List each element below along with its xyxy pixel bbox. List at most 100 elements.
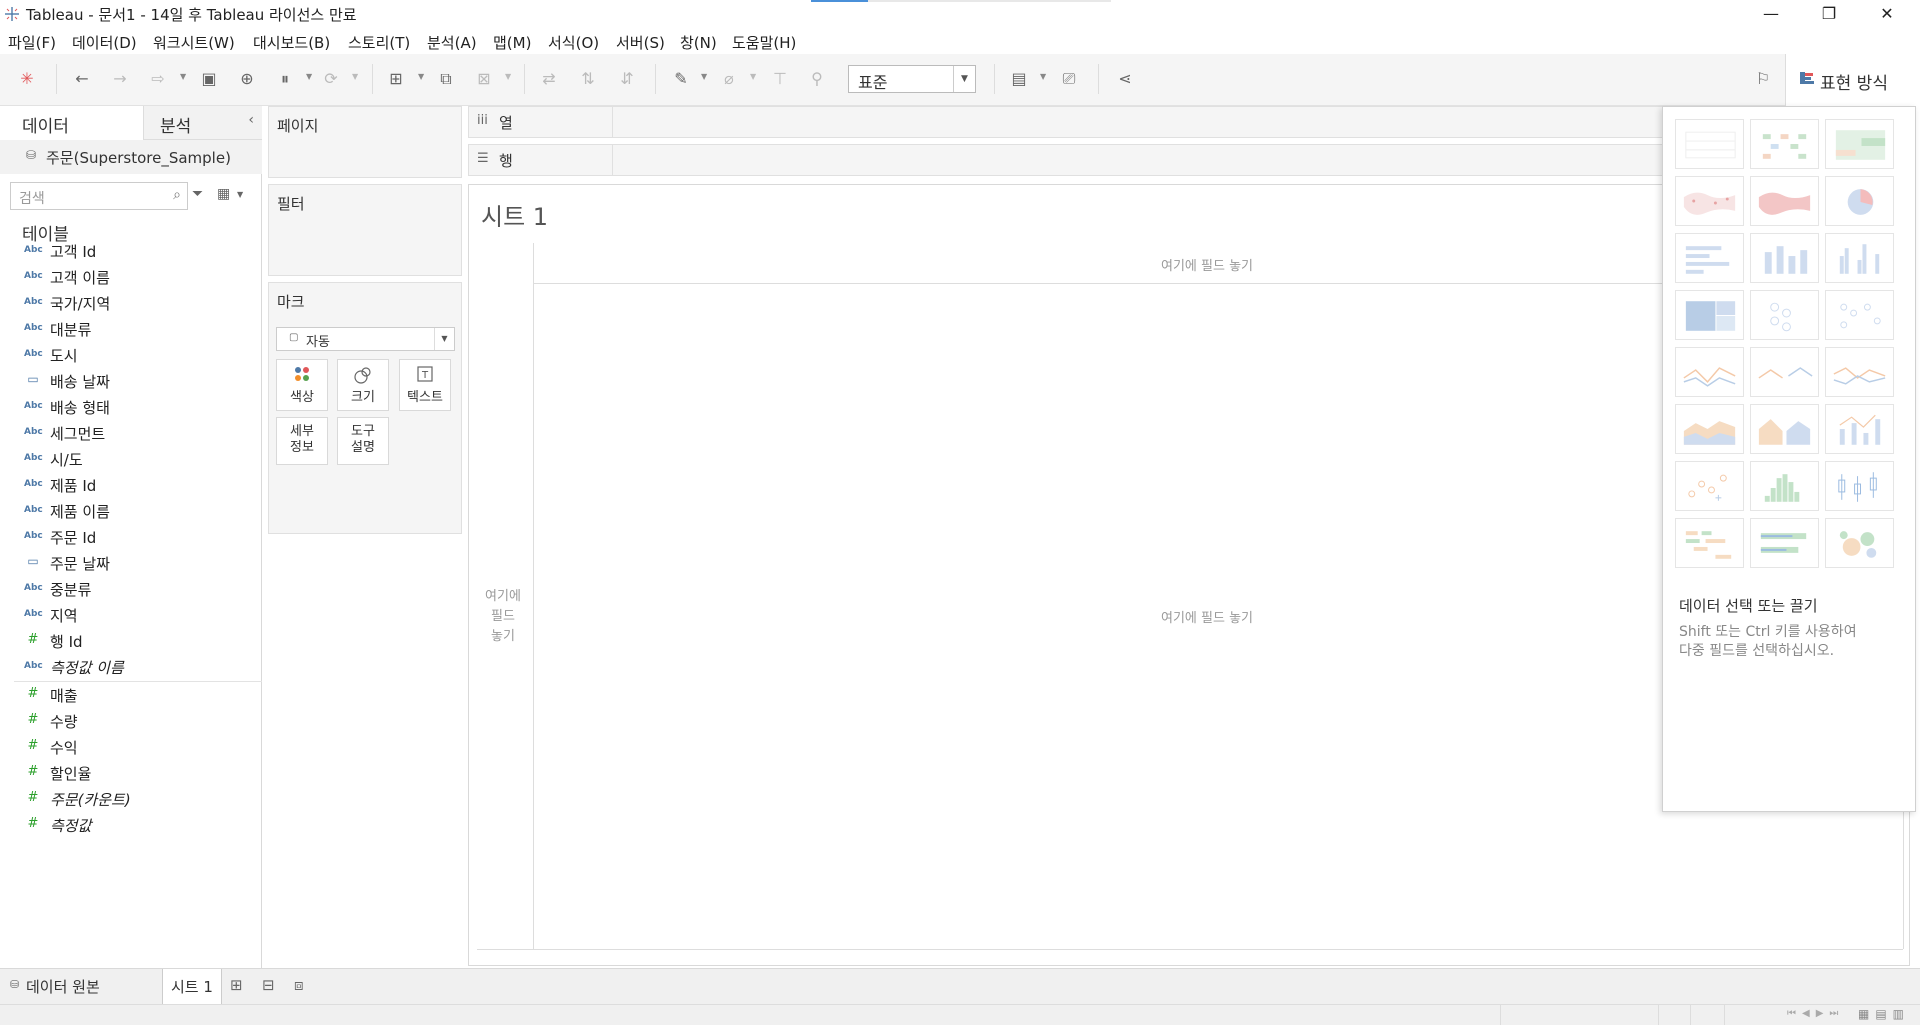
center-drop-zone[interactable]: 여기에 필드 놓기 [1161, 607, 1253, 626]
undo-icon[interactable]: ← [71, 68, 93, 90]
chevron-down-icon[interactable]: ▼ [237, 190, 243, 199]
tableau-home-icon[interactable]: ✳ [16, 68, 38, 90]
dual-lines-chart-type[interactable] [1825, 347, 1894, 397]
dimension-field[interactable]: Abc 주문 Id [0, 524, 262, 550]
new-worksheet-icon[interactable]: ⊞ [385, 68, 407, 90]
show-labels-icon[interactable]: ⊤ [769, 68, 791, 90]
refresh-icon[interactable]: ⟳ [320, 68, 342, 90]
menu-dashboard[interactable]: 대시보드(B) [253, 32, 330, 53]
dimension-field[interactable]: ▭ 배송 날짜 [0, 368, 262, 394]
gantt-chart-chart-type[interactable] [1675, 518, 1744, 568]
pages-card[interactable]: 페이지 [268, 106, 462, 178]
new-dashboard-icon[interactable]: ⊟ [262, 976, 275, 994]
chevron-down-icon[interactable]: ▼ [418, 72, 424, 81]
measure-field[interactable]: # 수량 [0, 708, 262, 734]
dimension-field[interactable]: Abc 배송 형태 [0, 394, 262, 420]
symbol-map-chart-type[interactable] [1675, 176, 1744, 226]
sheet-view-icons[interactable]: ▦▤▥ [1858, 1007, 1910, 1021]
tab-analysis[interactable]: 분석 ‹ [143, 106, 262, 140]
circle-views-chart-type[interactable] [1750, 290, 1819, 340]
menu-file[interactable]: 파일(F) [8, 32, 56, 53]
measure-field[interactable]: # 측정값 [0, 812, 262, 838]
dimension-field[interactable]: Abc 제품 이름 [0, 498, 262, 524]
dimension-field[interactable]: Abc 도시 [0, 342, 262, 368]
pause-update-icon[interactable]: ⏸ [274, 68, 296, 90]
size-button[interactable]: 크기 [337, 359, 389, 411]
mark-type-select[interactable]: ▢ 자동 ▼ [276, 327, 455, 351]
chevron-down-icon[interactable]: ▼ [505, 72, 511, 81]
fix-axes-icon[interactable]: ⚲ [806, 68, 828, 90]
filled-map-chart-type[interactable] [1750, 176, 1819, 226]
menu-analysis[interactable]: 분석(A) [427, 32, 477, 53]
side-by-side-bars-chart-type[interactable] [1825, 233, 1894, 283]
menu-story[interactable]: 스토리(T) [348, 32, 410, 53]
dimension-field[interactable]: Abc 고객 Id [0, 238, 262, 264]
new-worksheet-icon[interactable]: ⊞ [230, 976, 243, 994]
discrete-lines-chart-type[interactable] [1750, 347, 1819, 397]
sheet-tab-1[interactable]: 시트 1 [162, 969, 222, 1005]
dimension-field[interactable]: ▭ 주문 날짜 [0, 550, 262, 576]
measure-field[interactable]: # 수익 [0, 734, 262, 760]
detail-button[interactable]: 세부 정보 [276, 417, 328, 465]
rows-shelf[interactable]: ☰ 행 [468, 144, 1664, 176]
new-story-icon[interactable]: ⧈ [294, 976, 304, 994]
heat-map-chart-type[interactable] [1750, 119, 1819, 169]
clear-sheet-icon[interactable]: ⊠ [473, 68, 495, 90]
chevron-down-icon[interactable]: ▼ [180, 72, 186, 81]
sheet-navigation-icons[interactable]: ⏮◀▶⏭ [1787, 1008, 1844, 1019]
chevron-down-icon[interactable]: ▼ [701, 72, 707, 81]
text-table-chart-type[interactable] [1675, 119, 1744, 169]
close-button[interactable]: ✕ [1864, 0, 1910, 28]
dimension-field[interactable]: Abc 세그먼트 [0, 420, 262, 446]
filters-card[interactable]: 필터 [268, 184, 462, 276]
dimension-field[interactable]: Abc 지역 [0, 602, 262, 628]
treemap-chart-type[interactable] [1675, 290, 1744, 340]
dimension-field[interactable]: Abc 측정값 이름 [0, 654, 262, 680]
chevron-down-icon[interactable]: ▼ [1040, 72, 1046, 81]
swap-icon[interactable]: ⇄ [538, 68, 560, 90]
dimension-field[interactable]: Abc 제품 Id [0, 472, 262, 498]
menu-format[interactable]: 서식(O) [548, 32, 599, 53]
datasource-tab[interactable]: ⛁ 데이터 원본 [0, 969, 162, 1004]
chevron-down-icon[interactable]: ▼ [750, 72, 756, 81]
stacked-bars-chart-type[interactable] [1750, 233, 1819, 283]
area-discrete-chart-type[interactable] [1750, 404, 1819, 454]
minimize-button[interactable]: — [1748, 0, 1794, 28]
datasource-row[interactable]: ⛁ 주문(Superstore_Sample) [0, 140, 262, 174]
color-button[interactable]: 색상 [276, 359, 328, 411]
side-by-side-circles-chart-type[interactable] [1825, 290, 1894, 340]
continuous-lines-chart-type[interactable] [1675, 347, 1744, 397]
dimension-field[interactable]: Abc 시/도 [0, 446, 262, 472]
menu-help[interactable]: 도움말(H) [732, 32, 796, 53]
area-continuous-chart-type[interactable] [1675, 404, 1744, 454]
box-and-whisker-chart-type[interactable] [1825, 461, 1894, 511]
measure-field[interactable]: # 매출 [0, 682, 262, 708]
show-cards-icon[interactable]: ▤ [1008, 68, 1030, 90]
histogram-chart-type[interactable] [1750, 461, 1819, 511]
menu-server[interactable]: 서버(S) [616, 32, 665, 53]
view-options-icon[interactable]: ▦ [217, 186, 230, 202]
menu-map[interactable]: 맵(M) [493, 32, 531, 53]
scatter-plot-chart-type[interactable] [1675, 461, 1744, 511]
pie-chart-chart-type[interactable] [1825, 176, 1894, 226]
horizontal-bars-chart-type[interactable] [1675, 233, 1744, 283]
restore-button[interactable]: ❐ [1806, 0, 1852, 28]
new-datasource-icon[interactable]: ⊕ [236, 68, 258, 90]
tab-data[interactable]: 데이터 [0, 106, 143, 140]
chevron-down-icon[interactable]: ▼ [306, 72, 312, 81]
menu-window[interactable]: 창(N) [680, 32, 717, 53]
redo-icon[interactable]: → [109, 68, 131, 90]
packed-bubbles-chart-type[interactable] [1825, 518, 1894, 568]
sort-ascending-icon[interactable]: ⇅ [577, 68, 599, 90]
tooltip-button[interactable]: 도구 설명 [337, 417, 389, 465]
collapse-pane-icon[interactable]: ‹ [248, 112, 254, 128]
menu-worksheet[interactable]: 워크시트(W) [153, 32, 235, 53]
sort-descending-icon[interactable]: ⇵ [616, 68, 638, 90]
presentation-mode-icon[interactable]: ⎚ [1058, 68, 1080, 90]
menu-data[interactable]: 데이터(D) [72, 32, 137, 53]
replay-icon[interactable]: ⇨ [147, 68, 169, 90]
group-icon[interactable]: ⌀ [718, 68, 740, 90]
bullet-graph-chart-type[interactable] [1750, 518, 1819, 568]
text-button[interactable]: T 텍스트 [399, 359, 451, 411]
fit-select[interactable]: 표준 ▼ [848, 65, 976, 93]
